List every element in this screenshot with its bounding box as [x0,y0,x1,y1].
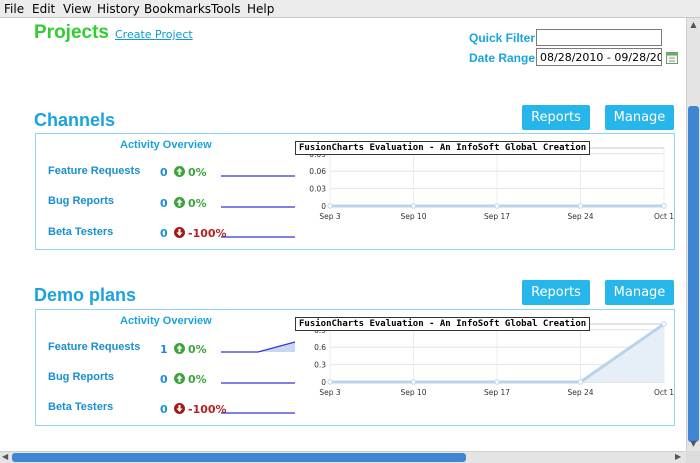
scroll-left-icon[interactable]: ◀ [2,452,8,461]
x-tick-label: Sep 3 [319,212,341,221]
reports-button[interactable]: Reports [522,105,590,130]
reports-button[interactable]: Reports [522,280,590,305]
create-project-link[interactable]: Create Project [115,28,193,41]
sparkline [221,236,295,238]
x-tick-label: Sep 17 [484,388,510,397]
x-tick-label: Sep 10 [400,388,426,397]
horizontal-scrollbar[interactable]: ◀ ▶ [0,451,686,463]
menu-help[interactable]: Help [247,2,274,16]
arrow-up-icon [174,343,185,354]
activity-overview-title: Activity Overview [120,139,212,151]
row-label-feature-requests[interactable]: Feature Requests [48,341,140,353]
data-point [410,203,417,209]
row-percent: 0% [188,197,207,210]
row-count: 0 [160,373,168,386]
scrollbar-thumb[interactable] [688,106,699,442]
y-tick-label: 0.6 [314,343,326,352]
row-percent: 0% [188,343,207,356]
calendar-icon[interactable] [666,49,678,64]
x-tick-label: Sep 24 [567,212,593,221]
scroll-right-icon[interactable]: ▶ [675,452,681,461]
row-count: 0 [160,403,168,416]
quick-filter-input[interactable] [536,29,662,46]
x-tick-label: Sep 24 [567,388,593,397]
scrollbar-thumb[interactable] [12,453,466,462]
channels-panel: Activity Overview Feature Requests 0 0% … [35,133,675,250]
menu-file[interactable]: File [4,2,24,16]
data-point [661,203,667,209]
sparkline [221,175,295,177]
sparkline [221,341,296,353]
arrow-down-icon [174,403,185,414]
row-label-feature-requests[interactable]: Feature Requests [48,165,140,177]
section-title-demo-plans: Demo plans [34,285,137,305]
x-tick-label: Oct 1 [654,388,674,397]
manage-button[interactable]: Manage [605,105,674,130]
date-range-input[interactable]: 08/28/2010 - 09/28/20 [536,48,662,66]
x-tick-label: Sep 17 [484,212,510,221]
row-count: 0 [160,197,168,210]
arrow-up-icon [174,197,185,208]
scrollbar-corner [686,451,700,463]
row-percent: 0% [188,166,207,179]
data-point [494,379,500,385]
date-range-label: Date Range: [469,51,540,65]
sparkline [221,382,295,384]
y-tick-label: 0 [321,378,326,387]
sparkline [221,412,295,414]
arrow-up-icon [174,166,185,177]
manage-button[interactable]: Manage [605,280,674,305]
data-point [410,379,417,385]
y-tick-label: 0 [321,202,326,211]
menu-view[interactable]: View [63,2,91,16]
quick-filter-label: Quick Filter: [469,31,540,45]
chart-eval-banner: FusionCharts Evaluation - An InfoSoft Gl… [295,317,591,331]
y-tick-label: 0.06 [309,167,326,176]
data-point [661,321,667,327]
menu-bar: File Edit View History Bookmarks Tools H… [0,0,700,18]
activity-overview-title: Activity Overview [120,315,212,327]
sparkline [221,206,295,208]
data-point [494,203,500,209]
row-count: 0 [160,227,168,240]
data-point [577,379,584,385]
y-tick-label: 0.3 [314,361,326,370]
scroll-down-icon[interactable]: ▼ [689,439,698,448]
menu-history[interactable]: History [97,2,140,16]
vertical-scrollbar[interactable]: ▲ ▼ [686,18,700,451]
arrow-up-icon [174,373,185,384]
sparkline-area [221,342,295,352]
row-percent: 0% [188,373,207,386]
x-tick-label: Sep 3 [319,388,341,397]
row-count: 0 [160,166,168,179]
chart-eval-banner: FusionCharts Evaluation - An InfoSoft Gl… [295,141,591,155]
x-tick-label: Oct 1 [654,212,674,221]
demo-plans-panel: Activity Overview Feature Requests 1 0% … [35,309,675,426]
x-tick-label: Sep 10 [400,212,426,221]
row-label-beta-testers[interactable]: Beta Testers [48,401,113,413]
data-point [327,379,333,385]
data-point [577,203,584,209]
data-point [327,203,333,209]
menu-bookmarks[interactable]: Bookmarks [144,2,211,16]
row-label-bug-reports[interactable]: Bug Reports [48,371,114,383]
y-tick-label: 0.03 [309,185,326,194]
page-title: Projects [34,22,109,43]
row-label-beta-testers[interactable]: Beta Testers [48,226,113,238]
section-title-channels: Channels [34,110,116,130]
page-content: Projects Create Project Quick Filter: Da… [0,18,686,451]
scroll-up-icon[interactable]: ▲ [689,20,698,29]
menu-edit[interactable]: Edit [32,2,55,16]
row-label-bug-reports[interactable]: Bug Reports [48,195,114,207]
row-count: 1 [160,343,168,356]
arrow-down-icon [174,227,185,238]
menu-tools[interactable]: Tools [211,2,241,16]
